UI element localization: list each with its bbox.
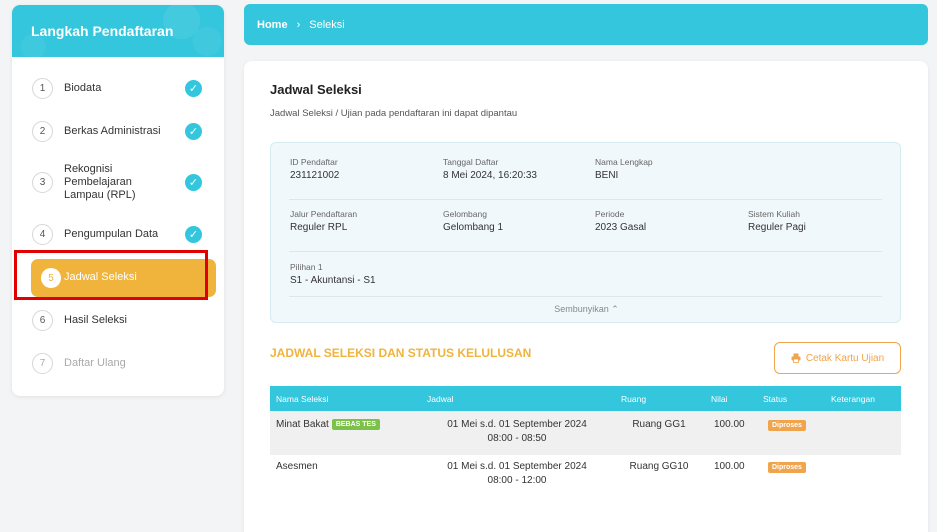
step-label: Daftar Ulang: [64, 356, 126, 369]
table-row: Minat Bakat BEBAS TES 01 Mei s.d. 01 Sept…: [270, 411, 901, 455]
info-periode: Periode 2023 Gasal: [595, 209, 647, 233]
cell-status: Diproses: [768, 461, 806, 473]
cell-nama: Asesmen: [276, 461, 318, 472]
divider: [289, 199, 882, 200]
highlight-box: [14, 250, 208, 300]
step-label: Rekognisi Pembelajaran Lampau (RPL): [64, 163, 136, 201]
cell-status: Diproses: [768, 419, 806, 431]
col-jadwal: Jadwal: [427, 394, 454, 404]
registrant-info-panel: ID Pendaftar 231121002 Tanggal Daftar 8 …: [270, 142, 901, 323]
status-badge: Diproses: [768, 462, 806, 473]
cell-nilai: 100.00: [714, 461, 745, 472]
step-number: 3: [32, 172, 53, 193]
info-sistem-kuliah: Sistem Kuliah Reguler Pagi: [748, 209, 806, 233]
col-nilai: Nilai: [711, 394, 728, 404]
breadcrumb-home-link[interactable]: Home: [257, 19, 288, 31]
chevron-right-icon: ›: [296, 18, 301, 31]
step-label: Pengumpulan Data: [64, 227, 159, 240]
breadcrumb: Home › Seleksi: [244, 4, 928, 45]
cell-jadwal: 01 Mei s.d. 01 September 2024 08:00 - 12…: [447, 461, 587, 486]
cell-nama: Minat Bakat BEBAS TES: [276, 419, 380, 430]
print-exam-card-button[interactable]: Cetak Kartu Ujian: [774, 342, 901, 374]
step-label: Berkas Administrasi: [64, 124, 161, 137]
info-id-pendaftar: ID Pendaftar 231121002: [290, 157, 340, 181]
check-icon: ✓: [185, 225, 202, 243]
col-nama-seleksi: Nama Seleksi: [276, 394, 329, 404]
col-ruang: Ruang: [621, 394, 647, 404]
step-number: 6: [32, 309, 53, 331]
step-berkas-administrasi[interactable]: 2 Berkas Administrasi ✓: [12, 120, 224, 142]
step-pengumpulan-data[interactable]: 4 Pengumpulan Data ✓: [12, 223, 224, 245]
cell-ruang: Ruang GG10: [629, 461, 689, 472]
check-icon: ✓: [185, 174, 202, 191]
step-number: 7: [32, 352, 53, 374]
sidebar-steps: Langkah Pendaftaran 1 Biodata ✓ 2 Berkas…: [12, 5, 224, 396]
step-label: Hasil Seleksi: [64, 313, 127, 326]
divider: [289, 296, 882, 297]
check-icon: ✓: [185, 79, 202, 97]
divider: [289, 251, 882, 252]
step-number: 2: [32, 120, 53, 142]
step-rekognisi-rpl[interactable]: 3 Rekognisi Pembelajaran Lampau (RPL) ✓: [12, 163, 224, 202]
status-badge: Diproses: [768, 420, 806, 431]
selection-schedule-table: Nama Seleksi Jadwal Ruang Nilai Status K…: [270, 386, 901, 499]
table-header: Nama Seleksi Jadwal Ruang Nilai Status K…: [270, 386, 901, 411]
breadcrumb-current: Seleksi: [309, 18, 345, 31]
cell-jadwal: 01 Mei s.d. 01 September 2024 08:00 - 08…: [447, 419, 587, 444]
hide-details-toggle[interactable]: Sembunyikan ⌃: [271, 304, 902, 315]
step-number: 1: [32, 77, 53, 99]
step-number: 4: [32, 223, 53, 245]
info-pilihan-1: Pilihan 1 S1 - Akuntansi - S1: [290, 262, 376, 286]
print-button-label: Cetak Kartu Ujian: [805, 352, 885, 364]
page-title: Jadwal Seleksi: [270, 82, 362, 97]
info-jalur-pendaftaran: Jalur Pendaftaran Reguler RPL: [290, 209, 358, 233]
step-biodata[interactable]: 1 Biodata ✓: [12, 77, 224, 99]
info-gelombang: Gelombang Gelombang 1: [443, 209, 504, 233]
table-row: Asesmen 01 Mei s.d. 01 September 2024 08…: [270, 455, 901, 499]
section-title: JADWAL SELEKSI DAN STATUS KELULUSAN: [270, 346, 532, 360]
col-status: Status: [763, 394, 788, 404]
page-subtitle: Jadwal Seleksi / Ujian pada pendaftaran …: [270, 108, 518, 119]
check-icon: ✓: [185, 122, 202, 140]
step-label: Biodata: [64, 81, 102, 94]
main-card: Jadwal Seleksi Jadwal Seleksi / Ujian pa…: [244, 61, 928, 532]
info-tanggal-daftar: Tanggal Daftar 8 Mei 2024, 16:20:33: [443, 157, 537, 181]
sidebar-title: Langkah Pendaftaran: [12, 5, 224, 57]
cell-nilai: 100.00: [714, 419, 745, 430]
step-hasil-seleksi[interactable]: 6 Hasil Seleksi: [12, 309, 224, 331]
info-nama-lengkap: Nama Lengkap BENI: [595, 157, 653, 181]
free-test-badge: BEBAS TES: [331, 419, 380, 430]
cell-ruang: Ruang GG1: [632, 419, 686, 430]
printer-icon: [791, 353, 801, 363]
step-daftar-ulang: 7 Daftar Ulang: [12, 352, 224, 374]
col-keterangan: Keterangan: [831, 394, 875, 404]
